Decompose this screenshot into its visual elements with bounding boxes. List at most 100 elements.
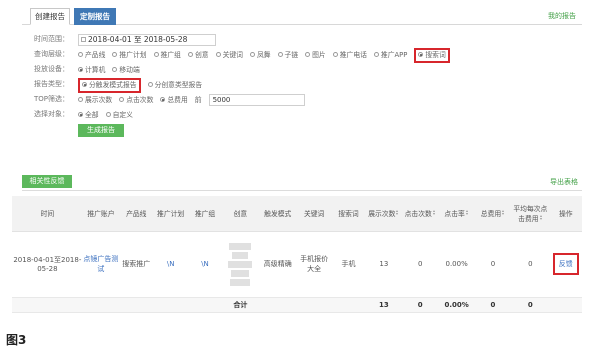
- radio-selected-icon: [78, 112, 83, 117]
- date-range-value: 2018-04-01 至 2018-05-28: [88, 35, 188, 44]
- radio-icon: [305, 52, 311, 57]
- results-header: 相关性反馈 导出表格: [22, 175, 582, 188]
- object-option-custom[interactable]: 自定义: [105, 108, 133, 123]
- col-label: 点击次数: [404, 210, 432, 219]
- my-reports-link[interactable]: 我的报告: [548, 11, 576, 21]
- total-label: 合计: [222, 297, 259, 313]
- cell-creative-redacted: [222, 231, 259, 298]
- calendar-icon: [81, 37, 86, 42]
- level-label: 子链: [284, 51, 299, 59]
- device-option-computer[interactable]: 计算机: [78, 63, 105, 78]
- col-time: 时间: [12, 196, 83, 232]
- col-plan: 推广计划: [153, 196, 188, 232]
- total-clicks: 0: [402, 297, 439, 313]
- object-row: 选择对象： 全部 自定义: [34, 107, 574, 122]
- export-table-link[interactable]: 导出表格: [550, 177, 578, 187]
- radio-selected-icon: [418, 52, 424, 57]
- cell-clicks: 0: [402, 231, 439, 298]
- table-row: 2018-04-01至2018-05-28 点镜广告测试 搜索推广 \N \N …: [12, 231, 582, 298]
- sort-icon: [502, 210, 505, 216]
- cell-plan-link[interactable]: \N: [153, 231, 188, 298]
- radio-icon: [153, 52, 159, 57]
- level-option-sublink[interactable]: 子链: [277, 48, 299, 63]
- redacted-block: [232, 251, 249, 259]
- object-option-all[interactable]: 全部: [78, 108, 99, 123]
- sort-icon: [465, 210, 469, 216]
- top-option-impressions[interactable]: 展示次数: [78, 93, 112, 108]
- col-label: 展示次数: [368, 210, 396, 219]
- level-option-app[interactable]: 推广APP: [373, 48, 407, 63]
- top-count-input[interactable]: 5000: [208, 94, 305, 106]
- type-option-trigger-mode[interactable]: 分触发模式报告: [78, 78, 141, 93]
- generate-report-button[interactable]: 生成报告: [78, 124, 124, 137]
- device-option-mobile[interactable]: 移动端: [112, 63, 140, 78]
- col-impressions[interactable]: 展示次数: [365, 196, 403, 232]
- cell-search-term: 手机: [331, 231, 366, 298]
- col-clicks[interactable]: 点击次数: [402, 196, 439, 232]
- top-option-label: 展示次数: [85, 96, 113, 104]
- report-type-row: 报告类型： 分触发模式报告 分创意类型报告: [34, 77, 574, 93]
- cell-keyword: 手机报价大全: [296, 231, 332, 298]
- device-label: 投放设备：: [34, 65, 69, 73]
- col-creative: 创意: [222, 196, 259, 232]
- radio-icon: [277, 52, 283, 57]
- col-keyword: 关键词: [296, 196, 332, 232]
- top-option-cost[interactable]: 总费用: [160, 93, 188, 108]
- level-label: 搜索词: [425, 51, 446, 59]
- level-label: 创意: [194, 51, 209, 59]
- level-option-image[interactable]: 图片: [305, 48, 326, 63]
- level-option-search-term[interactable]: 搜索词: [414, 48, 450, 63]
- radio-icon: [147, 82, 153, 87]
- cell-group-link[interactable]: \N: [187, 231, 223, 298]
- level-option-fengwu[interactable]: 凤舞: [249, 48, 271, 63]
- cell-impressions: 13: [365, 231, 403, 298]
- report-tabs: 创建报告 定制报告 我的报告: [22, 8, 582, 25]
- object-label: 选择对象：: [34, 110, 69, 118]
- col-cost[interactable]: 总费用: [474, 196, 512, 232]
- level-option-plan[interactable]: 推广计划: [112, 48, 147, 63]
- cell-action: 反馈: [549, 231, 582, 298]
- total-avg-cpc: 0: [511, 297, 550, 313]
- cell-ctr: 0.00%: [438, 231, 475, 298]
- sort-icon: [539, 215, 543, 221]
- radio-icon: [187, 52, 193, 57]
- level-option-phone[interactable]: 推广电话: [332, 48, 367, 63]
- sort-icon: [432, 210, 436, 216]
- radio-icon: [119, 97, 125, 102]
- col-search-term: 搜索词: [331, 196, 366, 232]
- level-option-product-line[interactable]: 产品线: [78, 48, 105, 63]
- radio-icon: [78, 52, 83, 57]
- query-level-row: 查询层级： 产品线 推广计划 推广组 创意 关键词 凤舞 子链 图片 推广电话 推广APP 搜索词: [34, 47, 574, 63]
- total-spacer: [258, 297, 366, 313]
- radio-icon: [112, 52, 118, 57]
- top-option-label: 总费用: [167, 96, 188, 104]
- level-option-group[interactable]: 推广组: [153, 48, 181, 63]
- device-row: 投放设备： 计算机 移动端: [34, 62, 574, 77]
- radio-selected-icon: [82, 82, 87, 87]
- tab-custom-report[interactable]: 定制报告: [74, 8, 116, 25]
- level-label: 图片: [312, 51, 326, 59]
- query-level-label: 查询层级：: [34, 50, 69, 58]
- level-option-keyword[interactable]: 关键词: [215, 48, 243, 63]
- feedback-link[interactable]: 反馈: [552, 253, 579, 275]
- top-option-clicks[interactable]: 点击次数: [119, 93, 153, 108]
- radio-icon: [112, 67, 118, 72]
- relevance-feedback-button[interactable]: 相关性反馈: [22, 175, 72, 188]
- col-avg-cpc[interactable]: 平均每次点击费用: [511, 196, 550, 232]
- cell-account-link[interactable]: 点镜广告测试: [82, 231, 120, 298]
- date-range-input[interactable]: 2018-04-01 至 2018-05-28: [78, 34, 216, 46]
- top-prefix-label: 前: [194, 96, 202, 104]
- col-ctr[interactable]: 点击率: [438, 196, 475, 232]
- tab-create-report[interactable]: 创建报告: [30, 8, 70, 25]
- figure-caption: 图3: [6, 333, 27, 347]
- generate-row: 生成报告: [34, 122, 574, 140]
- type-option-creative-type[interactable]: 分创意类型报告: [147, 78, 202, 93]
- total-ctr: 0.00%: [438, 297, 475, 313]
- level-label: 关键词: [222, 51, 243, 59]
- level-option-creative[interactable]: 创意: [187, 48, 209, 63]
- divider: [22, 190, 582, 191]
- radio-icon: [105, 112, 111, 117]
- radio-selected-icon: [160, 97, 166, 102]
- total-impressions: 13: [365, 297, 403, 313]
- col-trigger-mode: 触发模式: [258, 196, 297, 232]
